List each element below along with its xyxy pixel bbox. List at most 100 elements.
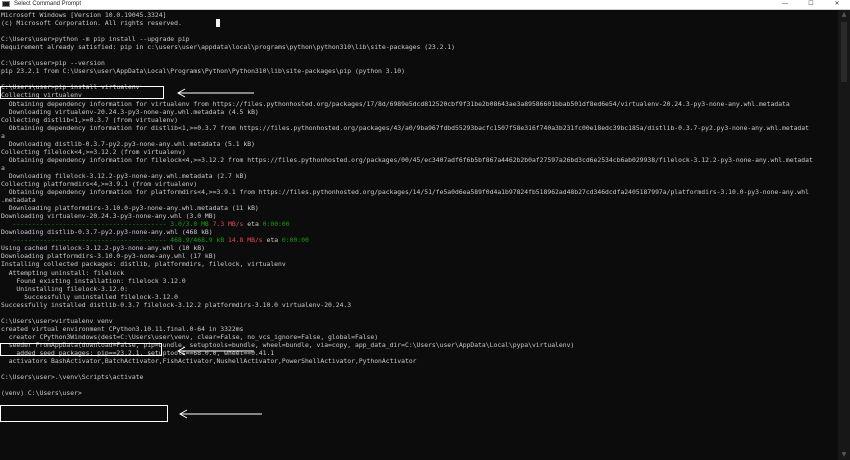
scroll-down-icon[interactable]: ▼ [838,450,850,460]
console-text: a [1,163,5,172]
console-line: Downloading virtualenv-20.24.3-py3-none-… [1,212,837,220]
console-text: Collecting distlib<1,>=0.3.7 (from virtu… [1,115,178,124]
console-line: Downloading filelock-3.12.2-py3-none-any… [1,172,837,180]
window-title: Select Command Prompt [14,1,82,7]
console-line: Installing collected packages: distlib, … [1,260,837,268]
console-text: Installing collected packages: distlib, … [1,260,286,269]
cmd-icon [2,1,10,7]
console-text: 3.0/3.0 MB [170,220,213,229]
console-text: activators BashActivator,BatchActivator,… [1,357,417,366]
console-line: C:\Users\user>python -m pip install --up… [1,35,837,43]
console-text: Downloading platformdirs-3.10.0-py3-none… [1,252,217,261]
highlight-box-activate [0,405,168,422]
console-line: Requirement already satisfied: pip in c:… [1,43,837,51]
console-text: created virtual environment CPython3.10.… [1,324,244,333]
console-text: 7.3 MB/s [212,220,244,229]
console-text: C:\Users\user>.\venv\Scripts\activate [1,373,144,382]
console-line: activators BashActivator,BatchActivator,… [1,357,837,365]
close-button[interactable]: ✕ [824,0,850,9]
console-line: Found existing installation: filelock 3.… [1,277,837,285]
console-line: C:\Users\user>.\venv\Scripts\activate [1,373,837,381]
scroll-thumb[interactable] [841,22,847,82]
console-text: Successfully installed distlib-0.3.7 fil… [1,300,352,309]
console-text: a [1,131,5,140]
console-text: Obtaining dependency information for dis… [1,123,809,132]
arrow-left-icon [176,88,254,98]
console-text: 468.9/468.9 kB [170,236,229,245]
console-text: (venv) C:\Users\user> [1,389,82,398]
console-text: eta [243,220,263,229]
command-prompt-window: Select Command Prompt — ☐ ✕ Microsoft Wi… [0,0,850,460]
console-line: Uninstalling filelock-3.12.0: [1,285,837,293]
console-line: Obtaining dependency information for dis… [1,124,837,132]
console-text: .metadata [1,196,36,205]
console-line: ----------------------------------------… [1,220,837,228]
console-text: (c) Microsoft Corporation. All rights re… [1,19,182,28]
console-text: Downloading distlib-0.3.7-py2.py3-none-a… [1,139,255,148]
console-text: Microsoft Windows [Version 10.0.19045.33… [1,11,167,19]
console-text: Successfully uninstalled filelock-3.12.0 [1,292,178,301]
console-line: Collecting distlib<1,>=0.3.7 (from virtu… [1,116,837,124]
console-text: Downloading virtualenv-20.24.3-py3-none-… [1,212,217,221]
console-line: Obtaining dependency information for vir… [1,100,837,108]
console-text: Attempting uninstall: filelock [1,268,125,277]
console-text: Obtaining dependency information for vir… [1,99,790,108]
console-text: C:\Users\user>python -m pip install --up… [1,35,190,44]
console-output[interactable]: Microsoft Windows [Version 10.0.19045.33… [1,11,837,460]
scroll-up-icon[interactable]: ▲ [838,10,850,20]
console-line: Attempting uninstall: filelock [1,269,837,277]
maximize-button[interactable]: ☐ [798,0,824,9]
highlight-box-virtualenv-venv [0,343,162,356]
console-text: Requirement already satisfied: pip in c:… [1,43,456,52]
console-line: Obtaining dependency information for pla… [1,188,837,196]
console-text: 14.8 MB/s [228,236,263,245]
highlight-box-pip-install [0,86,164,99]
console-line: pip 23.2.1 from C:\Users\user\AppData\Lo… [1,67,837,75]
console-text: Collecting filelock<4,>=3.12.2 (from vir… [1,147,186,156]
console-line: C:\Users\user>pip --version [1,59,837,67]
title-bar[interactable]: Select Command Prompt — ☐ ✕ [0,0,850,10]
console-line: Using cached filelock-3.12.2-py3-none-an… [1,244,837,252]
console-line: (venv) C:\Users\user> [1,389,837,397]
console-line: a [1,132,837,140]
minimize-button[interactable]: — [772,0,798,9]
console-line: Downloading distlib-0.3.7-py2.py3-none-a… [1,228,837,236]
console-text: ---------------------------------------- [1,236,171,245]
console-text: eta [262,236,282,245]
console-line: Collecting platformdirs<4,>=3.9.1 (from … [1,180,837,188]
console-line: Downloading platformdirs-3.10.0-py3-none… [1,252,837,260]
arrow-left-icon [178,409,262,419]
console-text: Uninstalling filelock-3.12.0: [1,284,128,293]
console-line: Obtaining dependency information for fil… [1,156,837,164]
console-line: Downloading distlib-0.3.7-py2.py3-none-a… [1,140,837,148]
vertical-scrollbar[interactable]: ▲ ▼ [838,10,850,460]
console-line: Microsoft Windows [Version 10.0.19045.33… [1,11,837,19]
console-text: Downloading platformdirs-3.10.0-py3-none… [1,204,259,213]
console-line: Collecting filelock<4,>=3.12.2 (from vir… [1,148,837,156]
console-text: Downloading filelock-3.12.2-py3-none-any… [1,171,248,180]
console-line: C:\Users\user>virtualenv venv [1,317,837,325]
console-line: creator CPython3Windows(dest=C:\Users\us… [1,333,837,341]
console-text: C:\Users\user>pip --version [1,59,105,68]
console-text: Obtaining dependency information for pla… [1,188,809,197]
console-text: ---------------------------------------- [1,220,171,229]
console-text: 0:00:00 [262,220,290,229]
arrow-left-icon [176,346,254,356]
console-text: C:\Users\user>virtualenv venv [1,316,113,325]
console-line: Successfully uninstalled filelock-3.12.0 [1,293,837,301]
console-line: a [1,164,837,172]
console-line: Downloading virtualenv-20.24.3-py3-none-… [1,108,837,116]
console-line: Successfully installed distlib-0.3.7 fil… [1,301,837,309]
console-text: pip 23.2.1 from C:\Users\user\AppData\Lo… [1,67,405,76]
console-text: creator CPython3Windows(dest=C:\Users\us… [1,332,379,341]
text-cursor [216,19,220,27]
console-line: created virtual environment CPython3.10.… [1,325,837,333]
console-text: Found existing installation: filelock 3.… [1,276,186,285]
console-line: Downloading platformdirs-3.10.0-py3-none… [1,204,837,212]
